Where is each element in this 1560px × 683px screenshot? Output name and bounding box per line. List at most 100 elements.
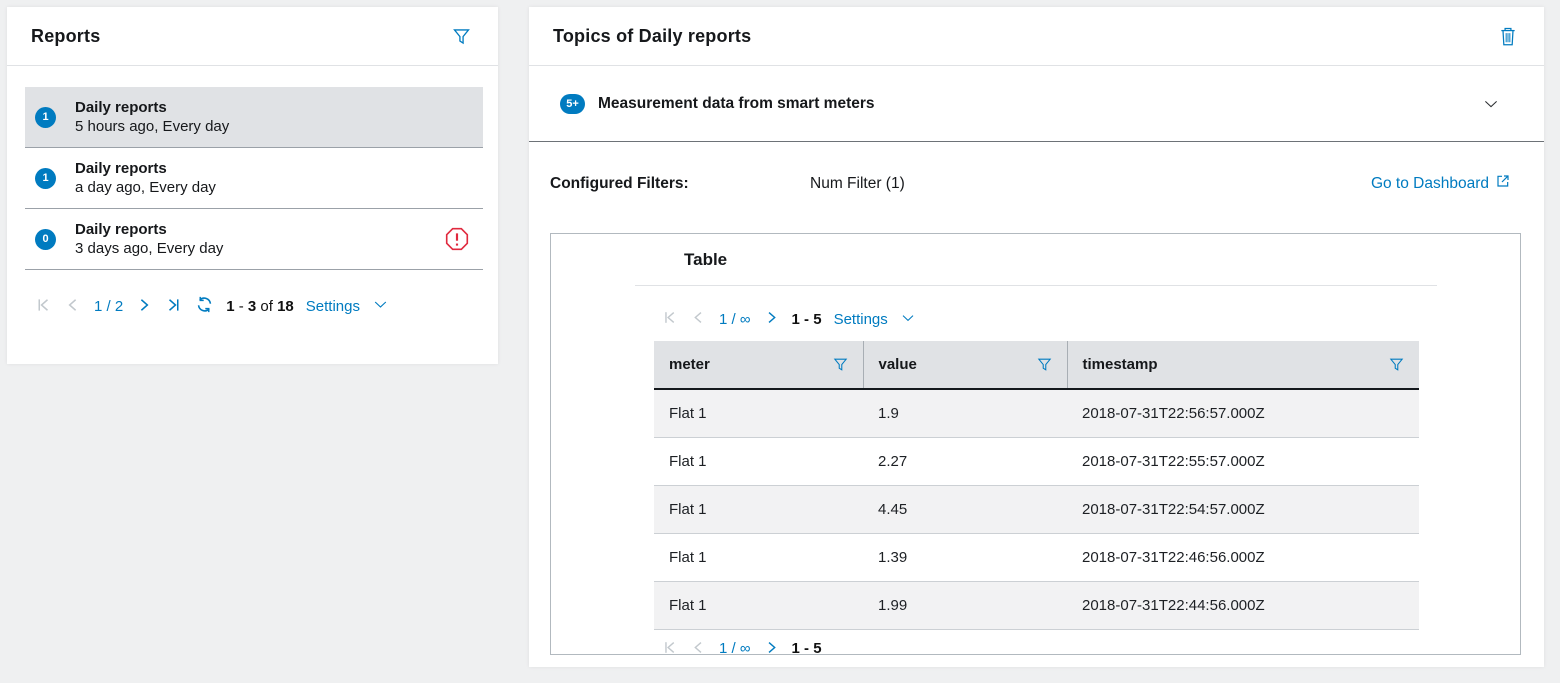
first-page-icon (661, 309, 678, 329)
column-label: value (879, 356, 917, 373)
first-page-icon (661, 639, 678, 656)
table-settings-link[interactable]: Settings (834, 311, 888, 328)
topic-count-badge: 5+ (560, 94, 585, 114)
prev-page-button[interactable] (64, 296, 82, 317)
go-to-dashboard-link[interactable]: Go to Dashboard (1371, 173, 1511, 194)
cell-value: 4.45 (863, 485, 1067, 533)
next-page-icon (763, 309, 780, 329)
report-list: 1 Daily reports 5 hours ago, Every day 1… (25, 87, 483, 270)
delete-report-button[interactable] (1498, 25, 1518, 47)
table-header-row: meter value timestamp (654, 341, 1419, 389)
prev-page-button[interactable] (690, 309, 707, 329)
report-count-badge: 1 (35, 168, 56, 189)
configured-filters-value: Num Filter (1) (810, 175, 905, 193)
first-page-button[interactable] (661, 309, 678, 329)
topics-panel: Topics of Daily reports 5+ Measurement d… (529, 7, 1544, 667)
report-item-text: Daily reports 5 hours ago, Every day (75, 99, 229, 135)
refresh-button[interactable] (195, 295, 214, 317)
topic-expand-button[interactable] (1482, 95, 1500, 113)
last-page-button[interactable] (165, 296, 183, 317)
reports-panel-title: Reports (31, 26, 100, 47)
error-octagon-icon (444, 226, 470, 252)
table-pagination-top: 1 / ∞ 1 - 5 Settings (661, 309, 1520, 329)
cell-value: 1.39 (863, 533, 1067, 581)
reports-pagination: 1 / 2 1 - 3 of 18 Settings (34, 295, 498, 317)
trash-icon (1498, 25, 1518, 47)
column-label: meter (669, 356, 710, 373)
report-count-badge: 0 (35, 229, 56, 250)
funnel-icon (451, 26, 472, 47)
table-widget-card: Table 1 / ∞ 1 - 5 Settings meter value t… (550, 233, 1521, 655)
page-indicator[interactable]: 1 / 2 (94, 298, 123, 315)
settings-chevron-button[interactable] (372, 296, 389, 316)
funnel-icon (1036, 356, 1053, 373)
reports-panel: Reports 1 Daily reports 5 hours ago, Eve… (7, 7, 498, 364)
table-row: Flat 11.992018-07-31T22:44:56.000Z (654, 581, 1419, 629)
report-item-title: Daily reports (75, 99, 229, 116)
report-list-item[interactable]: 0 Daily reports 3 days ago, Every day (25, 209, 483, 270)
last-page-icon (165, 296, 183, 317)
next-page-button[interactable] (763, 309, 780, 329)
page-indicator[interactable]: 1 / ∞ (719, 640, 751, 655)
first-page-button[interactable] (661, 639, 678, 656)
funnel-icon (832, 356, 849, 373)
first-page-button[interactable] (34, 296, 52, 317)
settings-chevron-button[interactable] (900, 310, 916, 329)
cell-value: 1.9 (863, 389, 1067, 437)
topics-panel-header: Topics of Daily reports (529, 7, 1544, 66)
prev-page-icon (690, 639, 707, 656)
page-indicator[interactable]: 1 / ∞ (719, 311, 751, 328)
topic-accordion-row[interactable]: 5+ Measurement data from smart meters (529, 66, 1544, 142)
report-item-subtitle: 5 hours ago, Every day (75, 118, 229, 135)
cell-timestamp: 2018-07-31T22:46:56.000Z (1067, 533, 1419, 581)
first-page-icon (34, 296, 52, 317)
column-filter-button[interactable] (1388, 356, 1405, 373)
cell-timestamp: 2018-07-31T22:44:56.000Z (1067, 581, 1419, 629)
chevron-down-icon (372, 296, 389, 316)
report-item-subtitle: a day ago, Every day (75, 179, 216, 196)
chevron-down-icon (1482, 95, 1500, 113)
cell-timestamp: 2018-07-31T22:54:57.000Z (1067, 485, 1419, 533)
prev-page-icon (690, 309, 707, 329)
report-item-text: Daily reports a day ago, Every day (75, 160, 216, 196)
next-page-icon (135, 296, 153, 317)
reports-filter-button[interactable] (451, 26, 472, 47)
cell-timestamp: 2018-07-31T22:55:57.000Z (1067, 437, 1419, 485)
next-page-button[interactable] (135, 296, 153, 317)
go-to-dashboard-label: Go to Dashboard (1371, 175, 1489, 193)
topic-title: Measurement data from smart meters (598, 95, 875, 113)
table-row: Flat 14.452018-07-31T22:54:57.000Z (654, 485, 1419, 533)
column-header-value: value (863, 341, 1067, 389)
table-row: Flat 11.392018-07-31T22:46:56.000Z (654, 533, 1419, 581)
report-item-title: Daily reports (75, 160, 216, 177)
next-page-button[interactable] (763, 639, 780, 656)
cell-value: 2.27 (863, 437, 1067, 485)
external-link-icon (1495, 173, 1511, 194)
page-range-label: 1 - 5 (792, 311, 822, 328)
report-list-item[interactable]: 1 Daily reports 5 hours ago, Every day (25, 87, 483, 148)
cell-meter: Flat 1 (654, 533, 863, 581)
report-list-item[interactable]: 1 Daily reports a day ago, Every day (25, 148, 483, 209)
report-count-badge: 1 (35, 107, 56, 128)
configured-filters-row: Configured Filters: Num Filter (1) Go to… (529, 142, 1544, 225)
cell-meter: Flat 1 (654, 581, 863, 629)
table-row: Flat 12.272018-07-31T22:55:57.000Z (654, 437, 1419, 485)
report-item-subtitle: 3 days ago, Every day (75, 240, 223, 257)
reports-panel-header: Reports (7, 7, 498, 66)
cell-meter: Flat 1 (654, 485, 863, 533)
cell-value: 1.99 (863, 581, 1067, 629)
report-item-title: Daily reports (75, 221, 223, 238)
reports-settings-link[interactable]: Settings (306, 298, 360, 315)
cell-meter: Flat 1 (654, 437, 863, 485)
column-label: timestamp (1083, 356, 1158, 373)
column-filter-button[interactable] (1036, 356, 1053, 373)
table-row: Flat 11.92018-07-31T22:56:57.000Z (654, 389, 1419, 437)
refresh-icon (195, 295, 214, 317)
prev-page-icon (64, 296, 82, 317)
next-page-icon (763, 639, 780, 656)
column-filter-button[interactable] (832, 356, 849, 373)
measurement-table: meter value timestamp Flat 11.92018-07-3… (654, 341, 1419, 630)
page-range-label: 1 - 3 of 18 (226, 298, 294, 315)
prev-page-button[interactable] (690, 639, 707, 656)
configured-filters-label: Configured Filters: (550, 175, 810, 193)
